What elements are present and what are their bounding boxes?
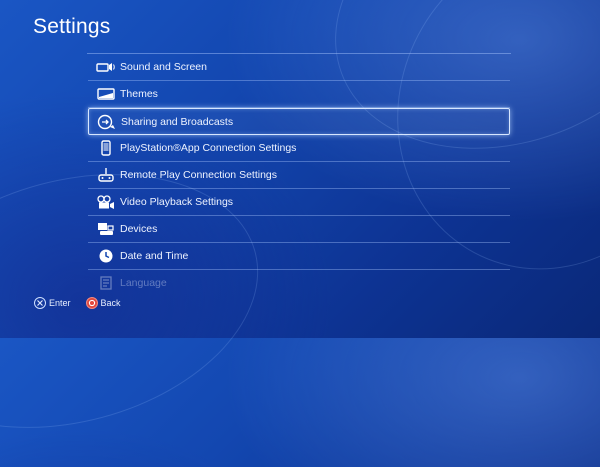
settings-item-sound-and-screen[interactable]: Sound and Screen bbox=[88, 54, 510, 81]
settings-item-label: Remote Play Connection Settings bbox=[120, 169, 278, 181]
language-icon bbox=[94, 275, 118, 291]
settings-item-remote-play[interactable]: Remote Play Connection Settings bbox=[88, 162, 510, 189]
settings-item-video-playback[interactable]: Video Playback Settings bbox=[88, 189, 510, 216]
sharing-icon bbox=[95, 114, 119, 130]
settings-item-label: Themes bbox=[120, 88, 158, 100]
settings-item-language[interactable]: Language bbox=[88, 270, 510, 296]
sound-screen-icon bbox=[94, 59, 118, 75]
button-hints: Enter Back bbox=[34, 297, 136, 309]
settings-item-label: PlayStation®App Connection Settings bbox=[120, 142, 297, 154]
enter-label: Enter bbox=[49, 298, 71, 308]
page-title: Settings bbox=[33, 15, 111, 38]
settings-item-date-and-time[interactable]: Date and Time bbox=[88, 243, 510, 270]
settings-item-label: Video Playback Settings bbox=[120, 196, 234, 208]
devices-icon bbox=[94, 221, 118, 237]
clock-icon bbox=[94, 248, 118, 264]
settings-list: Sound and Screen Themes Sharing and Broa… bbox=[88, 54, 510, 296]
settings-item-sharing-and-broadcasts[interactable]: Sharing and Broadcasts bbox=[88, 108, 510, 135]
settings-item-label: Language bbox=[120, 277, 167, 289]
video-playback-icon bbox=[94, 194, 118, 210]
settings-item-label: Sharing and Broadcasts bbox=[121, 115, 234, 128]
settings-item-themes[interactable]: Themes bbox=[88, 81, 510, 108]
settings-item-label: Sound and Screen bbox=[120, 61, 207, 73]
settings-item-label: Date and Time bbox=[120, 250, 189, 262]
phone-icon bbox=[94, 140, 118, 156]
back-label: Back bbox=[100, 298, 121, 308]
themes-icon bbox=[94, 86, 118, 102]
settings-item-playstation-app[interactable]: PlayStation®App Connection Settings bbox=[88, 135, 510, 162]
settings-item-devices[interactable]: Devices bbox=[88, 216, 510, 243]
enter-hint: Enter bbox=[34, 297, 71, 309]
back-hint: Back bbox=[85, 297, 121, 309]
circle-button-icon bbox=[85, 297, 98, 309]
cross-button-icon bbox=[34, 297, 46, 309]
settings-item-label: Devices bbox=[120, 223, 158, 235]
remote-play-icon bbox=[94, 167, 118, 183]
